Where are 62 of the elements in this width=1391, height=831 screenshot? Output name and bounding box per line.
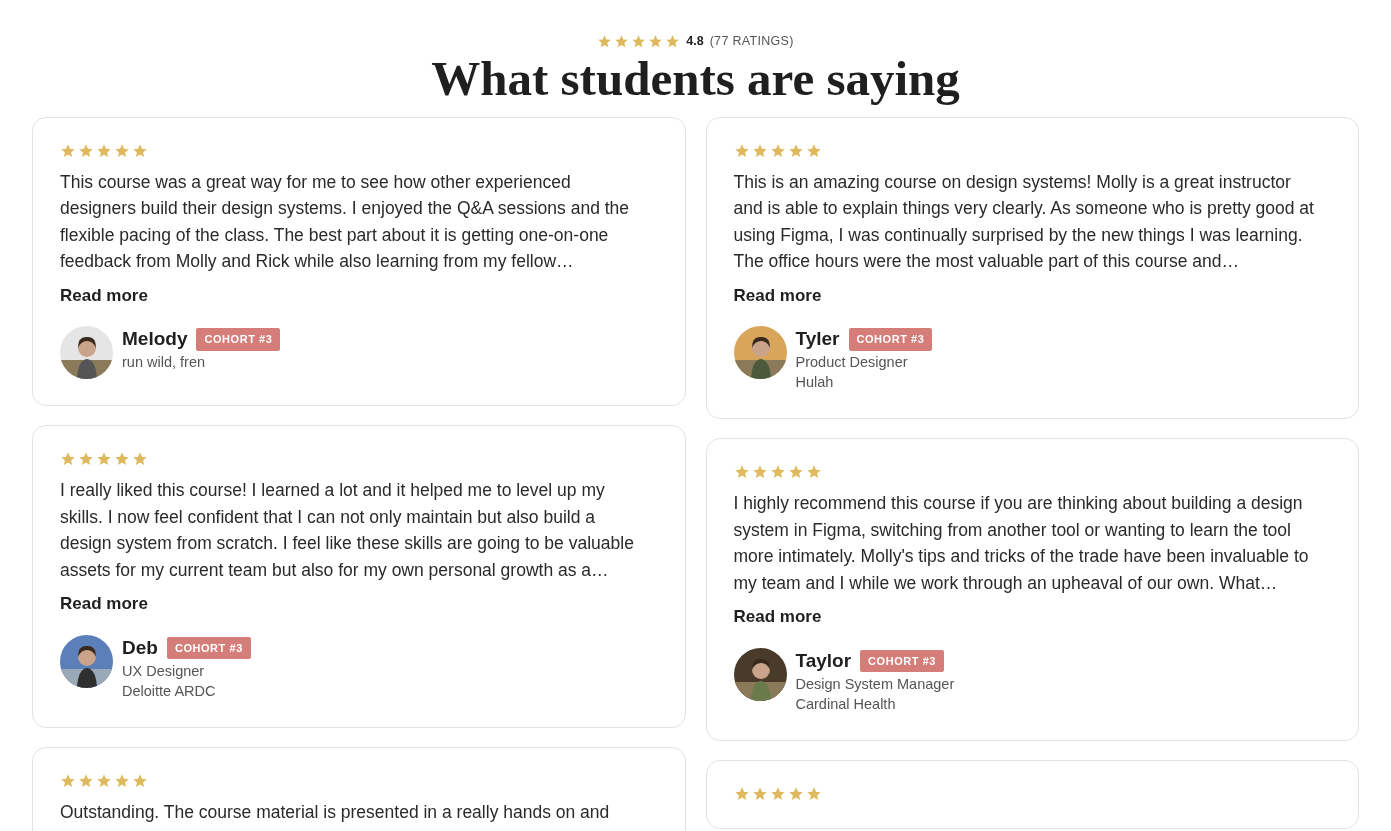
- reviewer-detail: UX Designer: [122, 661, 206, 681]
- read-more-link[interactable]: Read more: [60, 591, 148, 617]
- star-icon: [787, 142, 804, 159]
- star-icon: [805, 785, 822, 802]
- star-icon: [60, 772, 76, 789]
- review-text: This course was a great way for me to see how other experienced designers build their design systems. I enjoyed the Q&A sessions and the flexible pacing of the class. The best part about it is getting one-on-one feedback from Molly and Rick while also learning from my fellow…: [60, 170, 631, 274]
- star-icon: [751, 464, 768, 481]
- star-icon: [78, 142, 94, 159]
- read-more-link[interactable]: Read more: [733, 604, 822, 630]
- star-icon: [96, 772, 112, 789]
- star-icon: [648, 33, 664, 49]
- star-icon: [78, 772, 94, 789]
- star-icon: [805, 142, 822, 159]
- reviewer-name: Taylor: [795, 648, 852, 673]
- review-text: I highly recommend this course if you are thinking about building a design system in Figma, switching from another tool or wanting to learn the tool more intimately. Molly's tips and tricks of the trade have been invaluable to my team and I while we work through an upheaval of our own. What…: [733, 492, 1310, 595]
- read-more-link[interactable]: Read more: [60, 282, 148, 309]
- star-icon: [733, 785, 750, 802]
- star-icon: [769, 785, 786, 802]
- star-icon: [787, 464, 804, 481]
- star-icon: [132, 142, 148, 159]
- star-icon: [614, 33, 630, 49]
- reviewer-detail: Deloitte ARDC: [122, 681, 217, 701]
- cohort-badge: COHORT #3: [860, 649, 944, 672]
- star-icon: [132, 451, 148, 468]
- reviewer-name: Tyler: [795, 327, 840, 352]
- reviewer-detail: Product Designer: [795, 353, 909, 373]
- review-text: This is an amazing course on design systems! Molly is a great instructor and is able to explain things very clearly. As someone who is pretty good at using Figma, I was continually surprised by the new things I was learning. The office hours were the most valuable part of this course and…: [733, 170, 1315, 274]
- star-icon: [665, 33, 681, 49]
- star-icon: [96, 451, 112, 468]
- section-title: What students are saying: [431, 50, 960, 107]
- star-icon: [733, 464, 750, 481]
- star-icon: [769, 464, 786, 481]
- rating-value: 4.8: [686, 33, 704, 50]
- reviewer-name: Melody: [122, 327, 188, 352]
- rating-count: (77 RATINGS): [709, 33, 794, 50]
- reviewer-detail: Cardinal Health: [795, 694, 897, 714]
- review-text: Outstanding. The course material is presented in a really hands on and: [60, 800, 611, 824]
- star-icon: [60, 142, 76, 159]
- star-icon: [805, 464, 822, 481]
- cohort-badge: COHORT #3: [196, 328, 281, 351]
- cohort-badge: COHORT #3: [166, 636, 251, 659]
- star-icon: [114, 772, 130, 789]
- star-icon: [597, 33, 613, 49]
- cohort-badge: COHORT #3: [848, 328, 933, 351]
- star-icon: [787, 785, 804, 802]
- star-icon: [78, 451, 94, 468]
- read-more-link[interactable]: Read more: [733, 282, 822, 309]
- star-icon: [751, 785, 768, 802]
- star-icon: [114, 451, 130, 468]
- star-icon: [114, 142, 130, 159]
- star-icon: [60, 451, 76, 468]
- star-icon: [96, 142, 112, 159]
- review-text: I really liked this course! I learned a lot and it helped me to level up my skills. I now feel confident that I can not only maintain but also build a design system from scratch. I feel like these skills are going to be valuable assets for my current team but also for my own personal growth as a…: [60, 479, 635, 582]
- reviewer-detail: run wild, fren: [122, 353, 206, 373]
- star-icon: [769, 142, 786, 159]
- reviewer-name: Deb: [122, 635, 158, 660]
- star-icon: [733, 142, 750, 159]
- reviewer-detail: Hulah: [795, 373, 835, 393]
- star-icon: [132, 772, 148, 789]
- star-icon: [631, 33, 647, 49]
- reviewer-detail: Design System Manager: [795, 674, 955, 694]
- star-icon: [751, 142, 768, 159]
